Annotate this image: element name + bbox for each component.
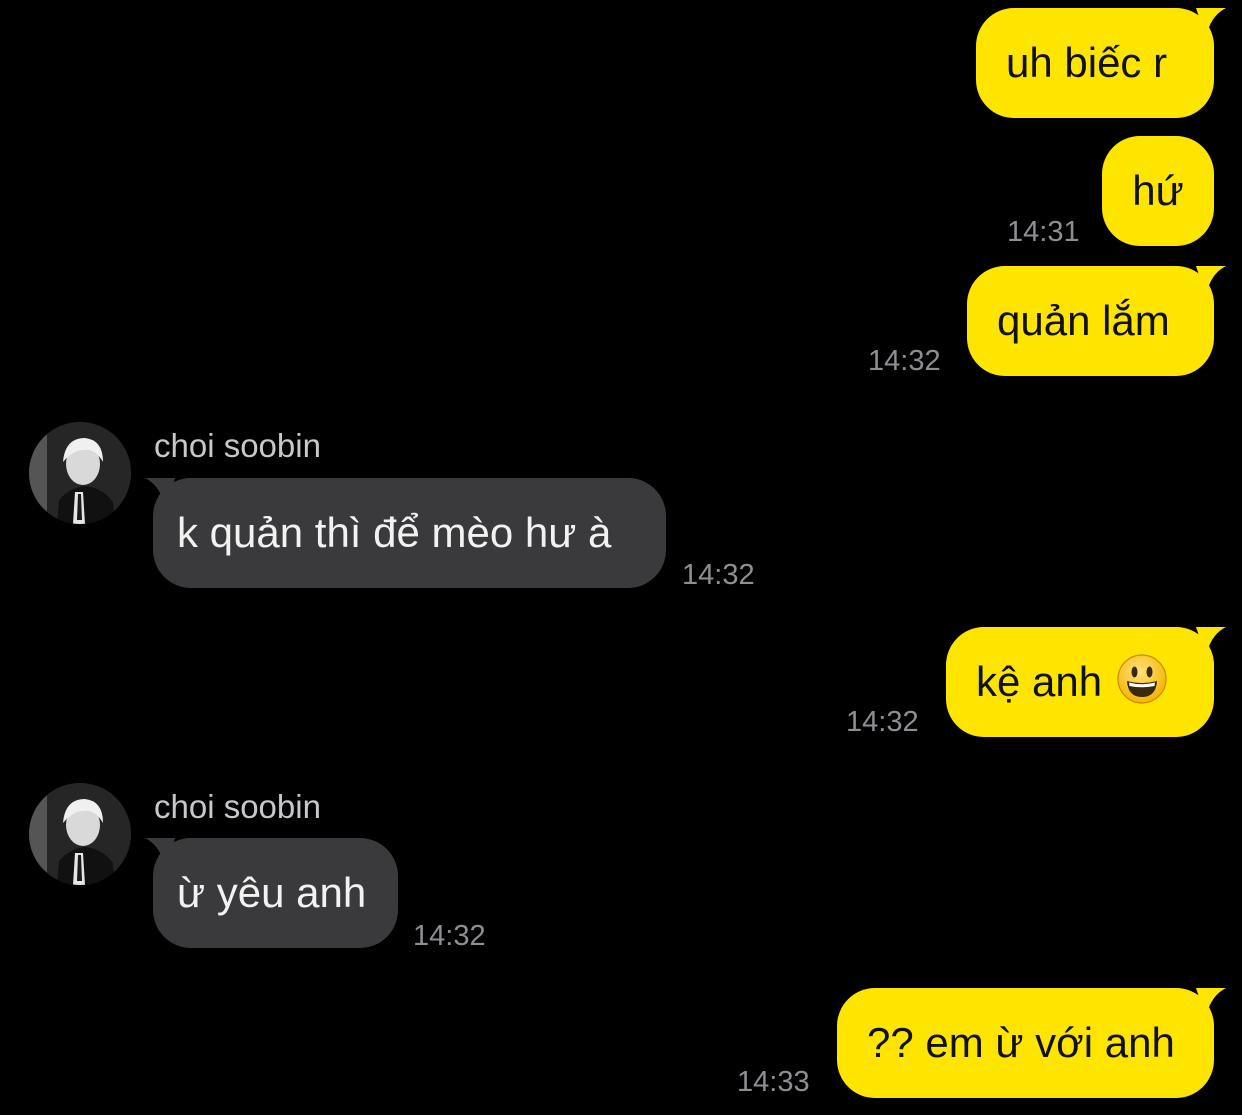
grinning-face-emoji-icon (1117, 654, 1167, 704)
message-bubble[interactable]: k quản thì để mèo hư à (153, 478, 666, 588)
avatar[interactable] (29, 783, 131, 885)
message-text: ừ yêu anh (177, 869, 367, 916)
message-timestamp: 14:33 (737, 1066, 810, 1098)
message-text: quản lắm (997, 297, 1170, 344)
sender-name: choi soobin (154, 788, 321, 825)
message-bubble[interactable]: ?? em ừ với anh (837, 988, 1214, 1098)
bubble-tail (1196, 988, 1226, 1018)
message-bubble[interactable]: quản lắm (967, 266, 1214, 376)
message-text: k quản thì để mèo hư à (177, 509, 612, 556)
message-timestamp: 14:32 (682, 559, 755, 591)
message-timestamp: 14:32 (868, 345, 941, 377)
avatar[interactable] (29, 422, 131, 524)
message-text: uh biếc r (1006, 39, 1168, 86)
sender-name: choi soobin (154, 427, 321, 464)
bubble-tail (1196, 627, 1226, 657)
bubble-tail (1196, 8, 1226, 38)
message-text: hứ (1132, 167, 1184, 214)
message-bubble[interactable]: kệ anh (946, 627, 1214, 737)
message-bubble[interactable]: uh biếc r (976, 8, 1214, 118)
message-timestamp: 14:32 (846, 706, 919, 738)
message-text: ?? em ừ với anh (867, 1019, 1175, 1066)
message-bubble[interactable]: ừ yêu anh (153, 838, 398, 948)
message-timestamp: 14:32 (413, 920, 486, 952)
bubble-tail (1196, 266, 1226, 296)
message-timestamp: 14:31 (1007, 216, 1080, 248)
message-bubble[interactable]: hứ (1102, 136, 1214, 246)
message-text: kệ anh (976, 658, 1103, 705)
